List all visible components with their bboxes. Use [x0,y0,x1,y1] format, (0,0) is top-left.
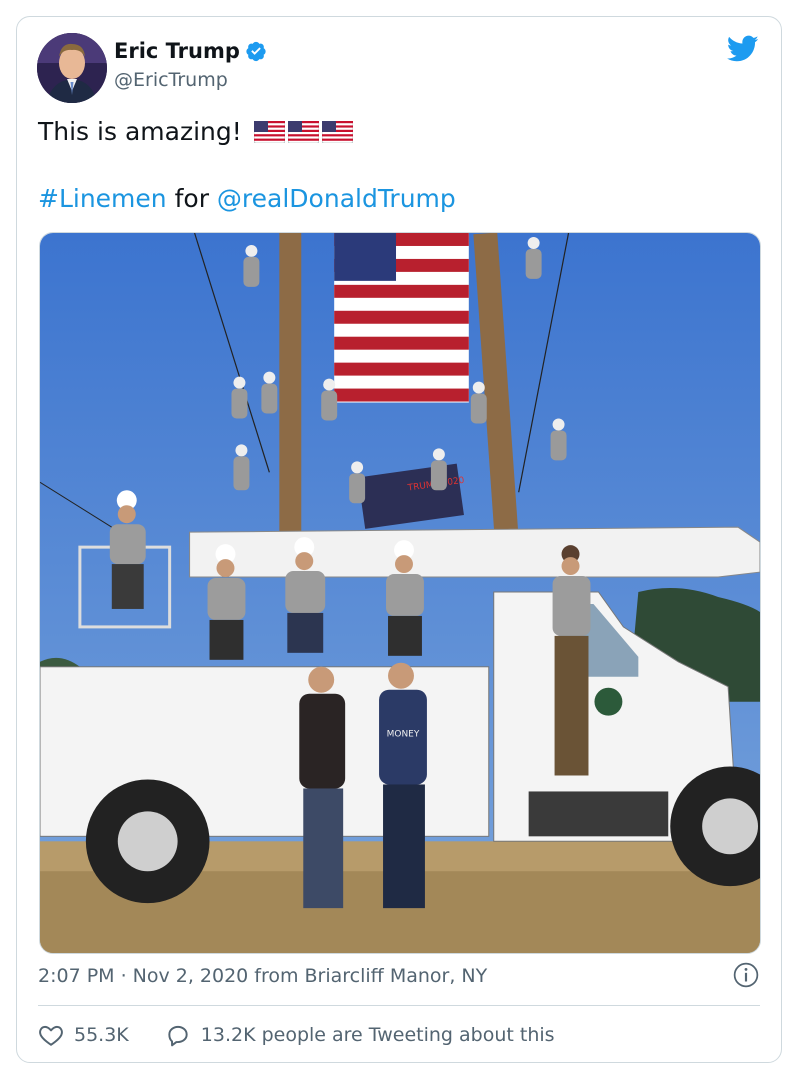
profile-avatar[interactable] [37,33,107,103]
tweet-date[interactable]: Nov 2, 2020 [133,965,249,987]
like-count: 55.3K [74,1024,129,1046]
tweet-source: from Briarcliff Manor, NY [254,965,488,987]
user-handle[interactable]: @EricTrump [114,69,228,91]
hashtag-link[interactable]: #Linemen [38,184,167,213]
us-flag-icon [321,120,353,143]
us-flag-icon [287,120,319,143]
tweeting-link[interactable]: 13.2K people are Tweeting about this [165,1022,555,1048]
shirt-text: MONEY [387,730,420,740]
divider [38,1005,760,1006]
verified-badge-icon [246,41,266,62]
tweet-actions: 55.3K 13.2K people are Tweeting about th… [38,1022,555,1048]
twitter-bird-icon[interactable] [727,35,759,63]
info-icon[interactable] [733,962,759,988]
meta-separator: · [120,965,127,987]
tweet-photo[interactable]: TRUMP 2020 MONEY [39,232,761,954]
mention-link[interactable]: @realDonaldTrump [217,184,456,213]
tweet-connector: for [174,184,209,213]
tweet-text: This is amazing! [38,117,242,146]
display-name[interactable]: Eric Trump [114,39,240,63]
us-flag-icon [253,120,285,143]
like-button[interactable]: 55.3K [38,1022,129,1048]
tweet-meta: 2:07 PM · Nov 2, 2020 from Briarcliff Ma… [38,965,487,987]
heart-icon [39,1025,63,1046]
tweeting-count: 13.2K people are Tweeting about this [200,1024,555,1046]
flag-emojis [253,120,353,143]
tweet-card: Eric Trump @EricTrump This is amazing! #… [16,16,782,1063]
tweet-time[interactable]: 2:07 PM [38,965,115,987]
american-flag-image [334,233,469,403]
speech-bubble-icon [168,1025,188,1047]
